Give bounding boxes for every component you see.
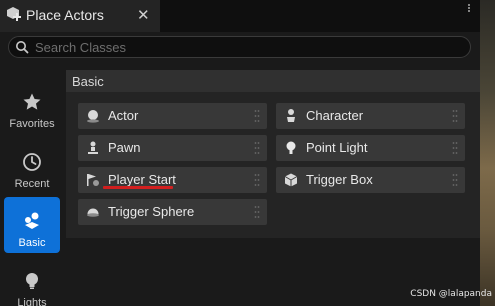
drag-handle-icon[interactable]: [254, 109, 260, 123]
lightbulb-icon: [26, 273, 38, 289]
actor-label: Character: [306, 108, 364, 123]
drag-handle-icon[interactable]: [452, 109, 458, 123]
actor-item-player-start[interactable]: Player Start: [78, 167, 267, 193]
tab-place-actors[interactable]: Place Actors ✕: [0, 0, 160, 32]
drag-handle-icon[interactable]: [452, 173, 458, 187]
actor-item-actor[interactable]: Actor: [78, 103, 267, 129]
tab-title: Place Actors: [26, 7, 104, 23]
player-start-icon: [87, 174, 99, 186]
point-light-icon: [286, 141, 296, 154]
actor-label: Pawn: [108, 140, 141, 155]
shapes-icon: [25, 212, 39, 229]
star-icon: [23, 93, 41, 110]
actor-label: Point Light: [306, 140, 368, 155]
sidebar-item-lights[interactable]: Lights: [4, 257, 60, 306]
trigger-box-icon: [284, 173, 298, 187]
actor-list: Basic Actor Character Pawn Point Light P…: [66, 70, 480, 238]
place-actors-icon: [7, 7, 21, 21]
actor-label: Trigger Sphere: [108, 204, 195, 219]
actor-item-pawn[interactable]: Pawn: [78, 135, 267, 161]
sidebar-item-label: Basic: [18, 237, 46, 249]
drag-handle-icon[interactable]: [452, 141, 458, 155]
actor-label: Player Start: [108, 172, 176, 187]
sidebar-item-label: Favorites: [9, 118, 55, 130]
drag-handle-icon[interactable]: [254, 141, 260, 155]
search-icon: [16, 41, 29, 54]
drag-handle-icon[interactable]: [254, 205, 260, 219]
sidebar-item-label: Recent: [14, 178, 50, 190]
title-bar: Place Actors ✕: [0, 0, 480, 32]
drag-handle-icon[interactable]: [254, 173, 260, 187]
actor-label: Actor: [108, 108, 139, 123]
sidebar-item-recent[interactable]: Recent: [4, 138, 60, 194]
sidebar-item-favorites[interactable]: Favorites: [4, 78, 60, 134]
actor-item-trigger-sphere[interactable]: Trigger Sphere: [78, 199, 267, 225]
actor-item-trigger-box[interactable]: Trigger Box: [276, 167, 465, 193]
clock-icon: [23, 153, 41, 171]
character-icon: [287, 109, 295, 122]
panel-menu-icon[interactable]: [466, 3, 472, 13]
section-header[interactable]: Basic: [66, 70, 480, 92]
actor-item-character[interactable]: Character: [276, 103, 465, 129]
viewport-background: [480, 0, 495, 306]
close-icon[interactable]: ✕: [137, 6, 150, 24]
sphere-icon: [87, 110, 99, 123]
trigger-sphere-icon: [87, 208, 99, 217]
actor-label: Trigger Box: [306, 172, 373, 187]
sidebar-item-basic[interactable]: Basic: [4, 197, 60, 253]
category-sidebar: Favorites Recent Basic Lights: [0, 68, 64, 306]
sidebar-item-label: Lights: [17, 297, 47, 306]
place-actors-panel: Place Actors ✕ Favorites Recent: [0, 0, 480, 306]
annotation-underline: [103, 186, 173, 189]
section-title: Basic: [72, 74, 104, 89]
pawn-icon: [88, 141, 98, 154]
watermark: CSDN @lalapanda: [410, 289, 492, 299]
search-box[interactable]: [8, 36, 471, 58]
search-input[interactable]: [35, 38, 455, 56]
actor-item-point-light[interactable]: Point Light: [276, 135, 465, 161]
